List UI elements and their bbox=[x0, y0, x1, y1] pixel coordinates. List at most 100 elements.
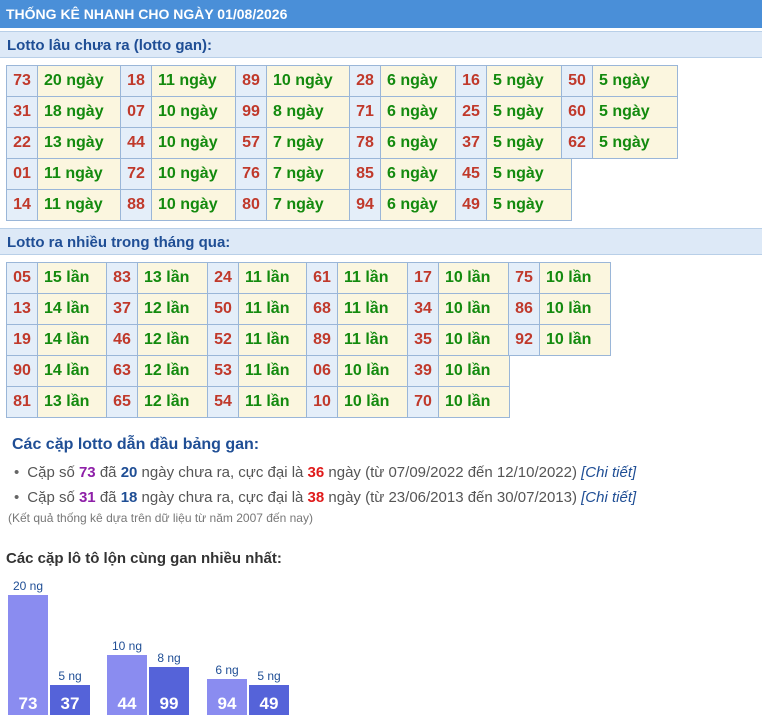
lotto-number[interactable]: 83 bbox=[106, 262, 138, 294]
table-row: 89 11 lần bbox=[306, 324, 409, 356]
lotto-count: 5 ngày bbox=[486, 96, 572, 128]
lotto-number[interactable]: 49 bbox=[455, 189, 487, 221]
lotto-number[interactable]: 18 bbox=[120, 65, 152, 97]
table-row: 28 6 ngày bbox=[349, 65, 466, 97]
lotto-number[interactable]: 10 bbox=[306, 386, 338, 418]
bullet-icon: • bbox=[14, 489, 20, 506]
page-title: THỐNG KÊ NHANH CHO NGÀY 01/08/2026 bbox=[0, 0, 762, 28]
table-row: 81 13 lần bbox=[6, 386, 109, 418]
lotto-number[interactable]: 50 bbox=[561, 65, 593, 97]
lead-pair: 31 bbox=[78, 489, 96, 506]
lotto-number[interactable]: 50 bbox=[207, 293, 239, 325]
table-row: 13 14 lần bbox=[6, 293, 109, 325]
lotto-number[interactable]: 57 bbox=[235, 127, 267, 159]
gan-table-group: 16 5 ngày 25 5 ngày 37 5 ngày 45 5 ngày 49 5 ngày bbox=[455, 65, 572, 221]
table-row: 34 10 lần bbox=[407, 293, 510, 325]
lotto-number[interactable]: 16 bbox=[455, 65, 487, 97]
lotto-number[interactable]: 78 bbox=[349, 127, 381, 159]
lotto-number[interactable]: 70 bbox=[407, 386, 439, 418]
table-row: 45 5 ngày bbox=[455, 158, 572, 190]
lotto-number[interactable]: 71 bbox=[349, 96, 381, 128]
lotto-number[interactable]: 60 bbox=[561, 96, 593, 128]
lotto-number[interactable]: 89 bbox=[306, 324, 338, 356]
lotto-number[interactable]: 80 bbox=[235, 189, 267, 221]
table-row: 76 7 ngày bbox=[235, 158, 352, 190]
lotto-number[interactable]: 99 bbox=[235, 96, 267, 128]
lotto-count: 11 lần bbox=[238, 386, 310, 418]
lotto-count: 10 lần bbox=[438, 324, 510, 356]
lotto-number[interactable]: 68 bbox=[306, 293, 338, 325]
lotto-count: 14 lần bbox=[37, 293, 109, 325]
lotto-number[interactable]: 45 bbox=[455, 158, 487, 190]
lead-text: ngày chưa ra, cực đại là bbox=[137, 464, 308, 481]
lotto-count: 14 lần bbox=[37, 355, 109, 387]
lotto-number[interactable]: 06 bbox=[306, 355, 338, 387]
lotto-number[interactable]: 24 bbox=[207, 262, 239, 294]
lotto-number[interactable]: 65 bbox=[106, 386, 138, 418]
lotto-number[interactable]: 19 bbox=[6, 324, 38, 356]
lotto-number[interactable]: 94 bbox=[349, 189, 381, 221]
lead-text: đã bbox=[95, 464, 121, 481]
lotto-number[interactable]: 62 bbox=[561, 127, 593, 159]
table-row: 57 7 ngày bbox=[235, 127, 352, 159]
bar-value-label: 20 ng bbox=[13, 579, 43, 593]
lotto-count: 20 ngày bbox=[37, 65, 123, 97]
lotto-count: 7 ngày bbox=[266, 158, 352, 190]
lotto-number[interactable]: 13 bbox=[6, 293, 38, 325]
lotto-number[interactable]: 88 bbox=[120, 189, 152, 221]
lotto-number[interactable]: 14 bbox=[6, 189, 38, 221]
lotto-number[interactable]: 34 bbox=[407, 293, 439, 325]
lotto-count: 10 ngày bbox=[266, 65, 352, 97]
lotto-number[interactable]: 92 bbox=[508, 324, 540, 356]
lotto-number[interactable]: 75 bbox=[508, 262, 540, 294]
table-row: 53 11 lần bbox=[207, 355, 310, 387]
table-row: 70 10 lần bbox=[407, 386, 510, 418]
lotto-number[interactable]: 53 bbox=[207, 355, 239, 387]
lotto-number[interactable]: 76 bbox=[235, 158, 267, 190]
lotto-number[interactable]: 07 bbox=[120, 96, 152, 128]
detail-link[interactable]: [Chi tiết] bbox=[581, 489, 636, 506]
table-row: 99 8 ngày bbox=[235, 96, 352, 128]
lotto-number[interactable]: 63 bbox=[106, 355, 138, 387]
lotto-number[interactable]: 72 bbox=[120, 158, 152, 190]
lotto-number[interactable]: 52 bbox=[207, 324, 239, 356]
lotto-number[interactable]: 01 bbox=[6, 158, 38, 190]
lotto-count: 11 ngày bbox=[37, 189, 123, 221]
lotto-number[interactable]: 31 bbox=[6, 96, 38, 128]
lotto-number[interactable]: 85 bbox=[349, 158, 381, 190]
lotto-number[interactable]: 89 bbox=[235, 65, 267, 97]
lead-pair: 73 bbox=[78, 464, 96, 481]
lotto-number[interactable]: 35 bbox=[407, 324, 439, 356]
lotto-number[interactable]: 73 bbox=[6, 65, 38, 97]
lotto-number[interactable]: 54 bbox=[207, 386, 239, 418]
lotto-number[interactable]: 81 bbox=[6, 386, 38, 418]
lotto-number[interactable]: 39 bbox=[407, 355, 439, 387]
table-row: 92 10 lần bbox=[508, 324, 611, 356]
lotto-number[interactable]: 46 bbox=[106, 324, 138, 356]
lead-text: ngày chưa ra, cực đại là bbox=[137, 489, 308, 506]
lotto-number[interactable]: 22 bbox=[6, 127, 38, 159]
lotto-number[interactable]: 37 bbox=[455, 127, 487, 159]
lotto-number[interactable]: 17 bbox=[407, 262, 439, 294]
lotto-number[interactable]: 44 bbox=[120, 127, 152, 159]
lotto-number[interactable]: 25 bbox=[455, 96, 487, 128]
lotto-number[interactable]: 05 bbox=[6, 262, 38, 294]
bar-value-label: 5 ng bbox=[58, 669, 81, 683]
table-row: 49 5 ngày bbox=[455, 189, 572, 221]
gan-table-group: 89 10 ngày 99 8 ngày 57 7 ngày 76 7 ngày 80 7 ngà… bbox=[235, 65, 352, 221]
table-row: 88 10 ngày bbox=[120, 189, 237, 221]
lotto-number[interactable]: 86 bbox=[508, 293, 540, 325]
bar-value-label: 10 ng bbox=[112, 639, 142, 653]
table-row: 72 10 ngày bbox=[120, 158, 237, 190]
lotto-number[interactable]: 61 bbox=[306, 262, 338, 294]
lotto-number[interactable]: 37 bbox=[106, 293, 138, 325]
table-row: 80 7 ngày bbox=[235, 189, 352, 221]
table-row: 61 11 lần bbox=[306, 262, 409, 294]
detail-link[interactable]: [Chi tiết] bbox=[581, 464, 636, 481]
lotto-count: 5 ngày bbox=[486, 189, 572, 221]
lotto-number[interactable]: 28 bbox=[349, 65, 381, 97]
lead-days: 18 bbox=[120, 489, 138, 506]
lotto-number[interactable]: 90 bbox=[6, 355, 38, 387]
table-row: 85 6 ngày bbox=[349, 158, 466, 190]
lotto-count: 10 lần bbox=[337, 355, 409, 387]
